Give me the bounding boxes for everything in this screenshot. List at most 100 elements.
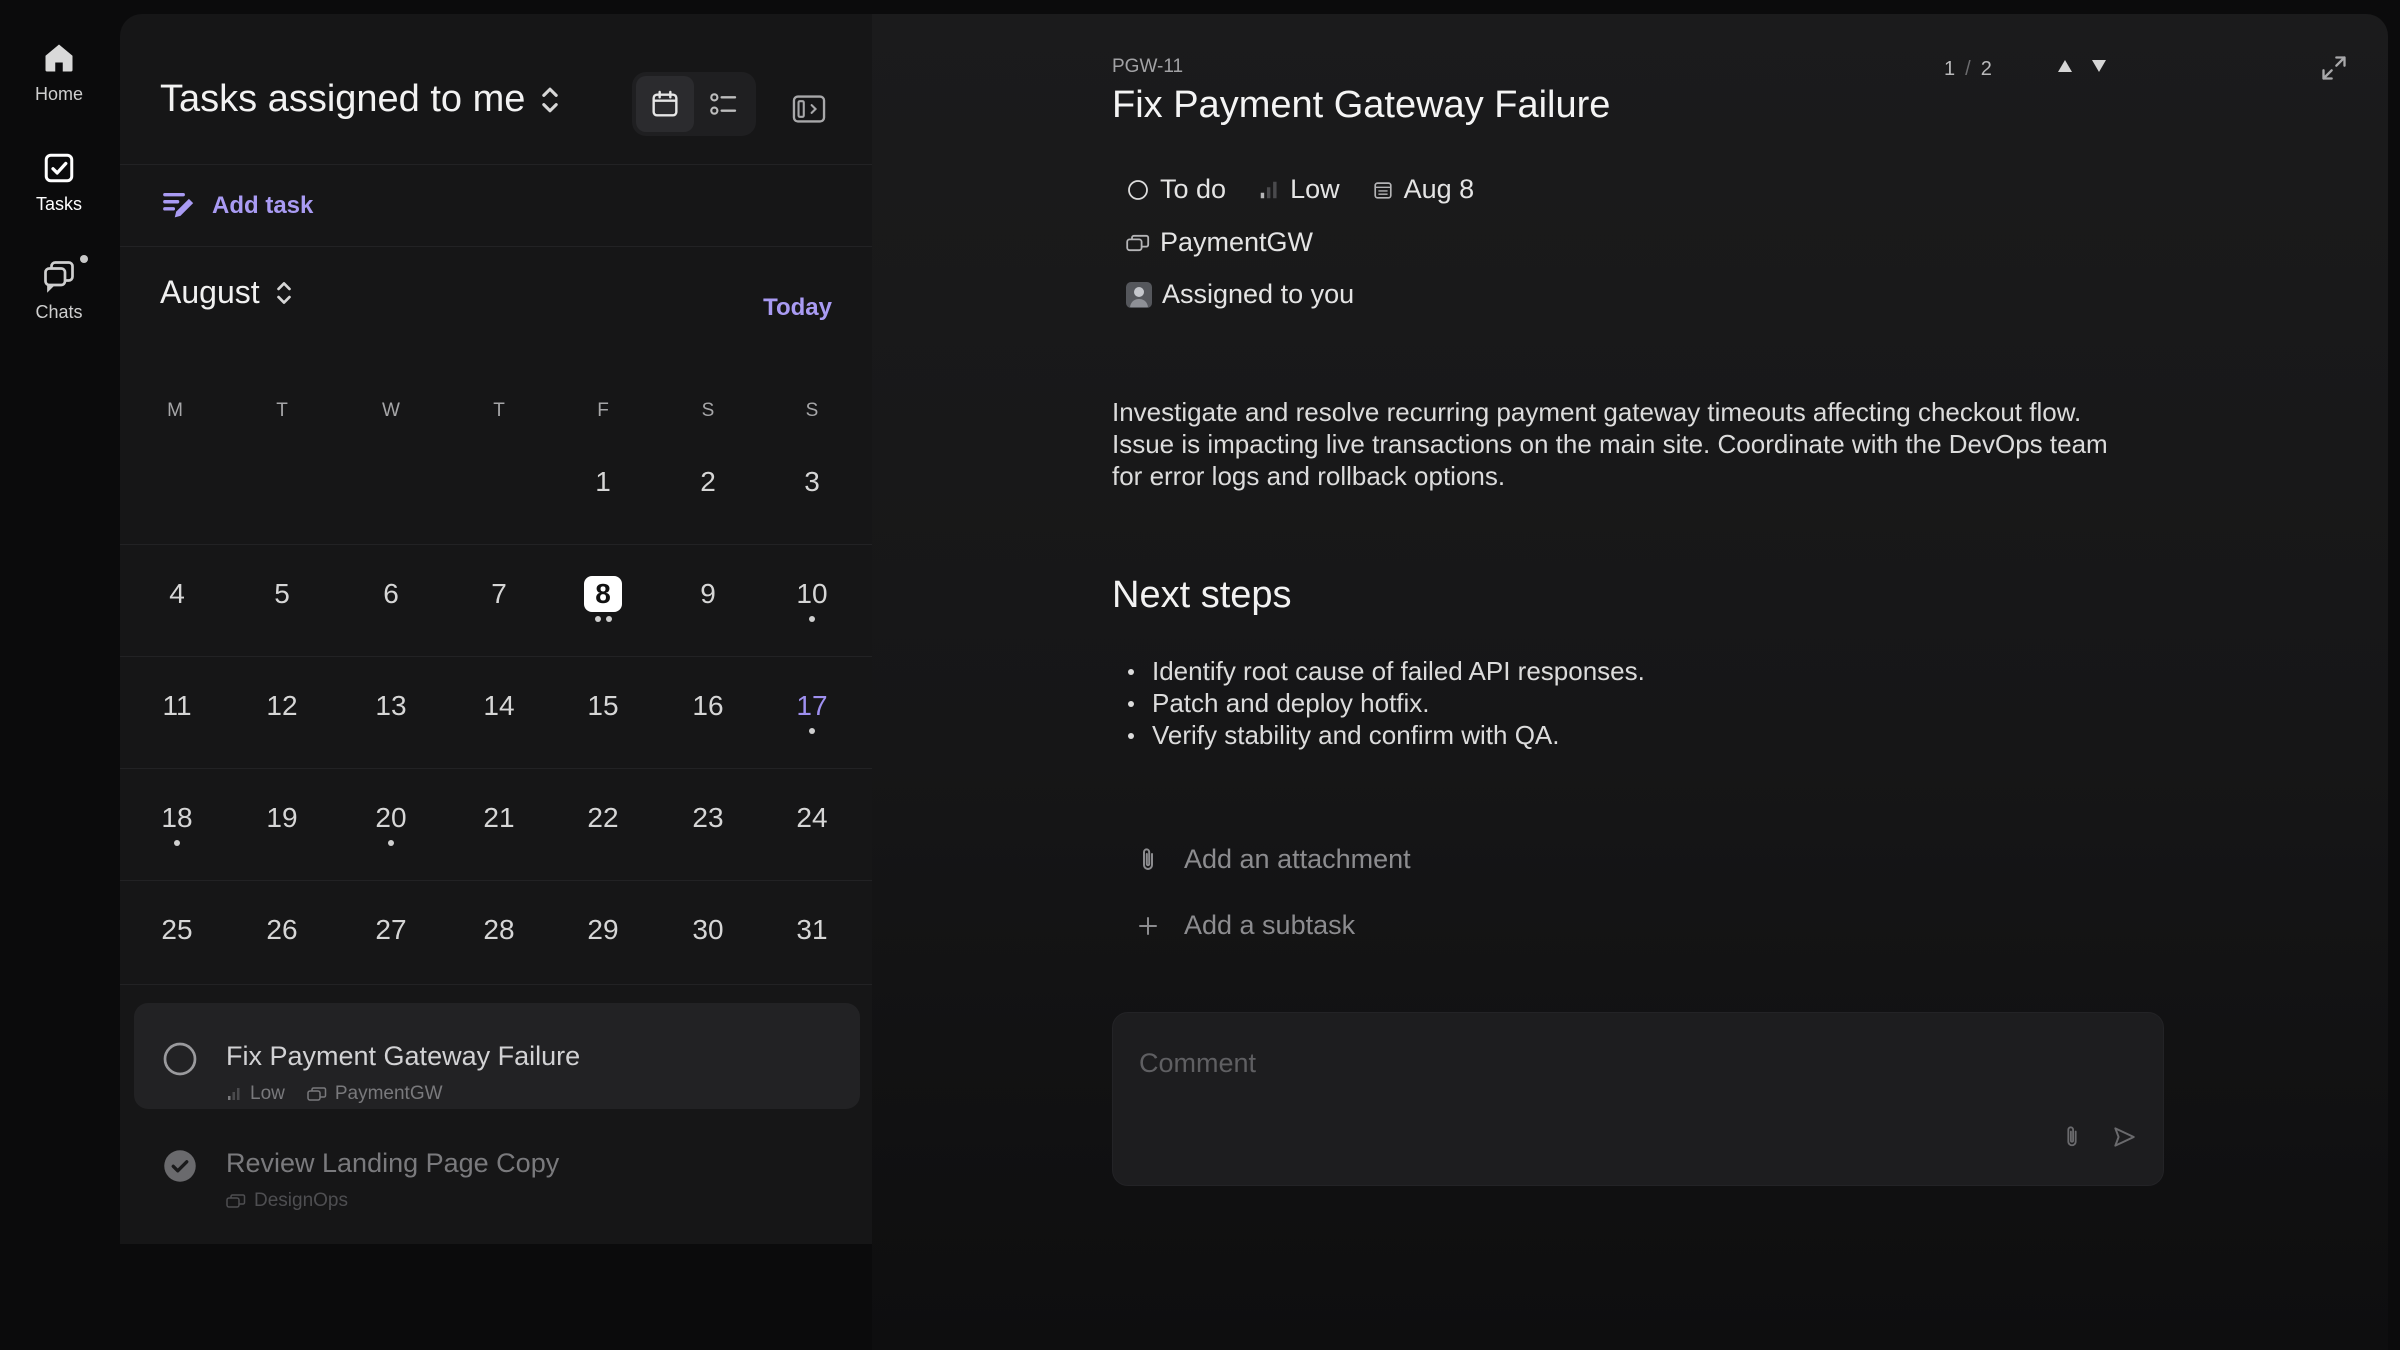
task-indicator-dots (563, 728, 643, 734)
calendar-day[interactable]: 7 (459, 576, 539, 636)
calendar-day[interactable]: 19 (242, 800, 322, 860)
previous-task-button[interactable] (2056, 58, 2074, 79)
nav-item-home[interactable]: Home (0, 40, 118, 105)
task-indicator-dot (809, 616, 815, 622)
chevron-updown-icon (542, 87, 559, 112)
expand-button[interactable] (2320, 54, 2348, 87)
calendar-day-number: 21 (483, 802, 515, 833)
task-indicator-dots (137, 728, 217, 734)
home-icon (45, 44, 73, 72)
task-indicator-dots (242, 728, 322, 734)
calendar-day[interactable]: 21 (459, 800, 539, 860)
add-attachment-label: Add an attachment (1184, 844, 1411, 874)
priority-icon (1260, 181, 1277, 198)
task-completed-icon[interactable] (162, 1148, 198, 1184)
calendar-day-number: 14 (483, 690, 515, 721)
send-button[interactable] (2111, 1124, 2137, 1155)
calendar-day[interactable]: 24 (772, 800, 852, 860)
calendar-day[interactable]: 26 (242, 912, 322, 972)
calendar-day[interactable]: 12 (242, 688, 322, 748)
calendar-day[interactable]: 17 (772, 688, 852, 748)
avatar (1126, 281, 1152, 308)
next-step-item: Identify root cause of failed API respon… (1128, 656, 1645, 687)
sidebar-icon (792, 95, 826, 123)
task-indicator-dots (351, 616, 431, 622)
task-detail-title[interactable]: Fix Payment Gateway Failure (1112, 84, 1610, 127)
next-task-button[interactable] (2090, 58, 2108, 79)
toggle-sidebar-button[interactable] (792, 94, 826, 129)
next-step-item: Patch and deploy hotfix. (1128, 688, 1430, 719)
calendar-day-number: 15 (587, 690, 619, 721)
calendar-day[interactable]: 16 (668, 688, 748, 748)
task-indicator-dots (459, 840, 539, 846)
task-title: Fix Payment Gateway Failure (226, 1041, 581, 1071)
calendar-day[interactable]: 28 (459, 912, 539, 972)
calendar-day[interactable]: 13 (351, 688, 431, 748)
calendar-day[interactable]: 15 (563, 688, 643, 748)
task-list-item[interactable]: Fix Payment Gateway Failure Low PaymentG… (134, 1003, 860, 1109)
calendar-day[interactable]: 27 (351, 912, 431, 972)
assignee-chip[interactable]: Assigned to you (1126, 279, 1354, 310)
calendar-day[interactable]: 18 (137, 800, 217, 860)
add-subtask-button[interactable]: Add a subtask (1136, 910, 1355, 941)
calendar-day[interactable]: 29 (563, 912, 643, 972)
weekday-label: F (597, 400, 609, 421)
task-list-item[interactable]: Review Landing Page Copy DesignOps (134, 1110, 860, 1216)
calendar-day[interactable]: 22 (563, 800, 643, 860)
attach-button[interactable] (2061, 1124, 2083, 1155)
add-task-button[interactable]: Add task (162, 190, 313, 222)
calendar-day-number: 10 (796, 578, 828, 609)
calendar-icon (652, 90, 678, 117)
priority-chip[interactable]: Low (1258, 174, 1340, 205)
due-date-chip[interactable]: Aug 8 (1372, 174, 1474, 205)
calendar-day[interactable]: 1 (563, 464, 643, 524)
list-view-button[interactable] (694, 76, 752, 132)
calendar-day-number: 12 (266, 690, 298, 721)
calendar-day[interactable]: 31 (772, 912, 852, 972)
calendar-day[interactable]: 5 (242, 576, 322, 636)
calendar-day-number: 31 (796, 914, 828, 945)
calendar-day[interactable]: 23 (668, 800, 748, 860)
priority-icon (228, 1088, 240, 1100)
calendar-day[interactable]: 8 (563, 576, 643, 636)
status-chip[interactable]: To do (1126, 174, 1226, 205)
calendar-view-button[interactable] (636, 76, 694, 132)
calendar-day[interactable]: 20 (351, 800, 431, 860)
calendar-day-number: 28 (483, 914, 515, 945)
calendar-day-number: 25 (161, 914, 193, 945)
comment-input[interactable] (1139, 1043, 2039, 1083)
task-status-circle-icon[interactable] (162, 1041, 198, 1077)
calendar-day[interactable]: 9 (668, 576, 748, 636)
calendar-day[interactable]: 14 (459, 688, 539, 748)
nav-item-tasks[interactable]: Tasks (0, 150, 118, 215)
calendar-day[interactable]: 11 (137, 688, 217, 748)
project-icon (226, 1194, 246, 1208)
today-button[interactable]: Today (763, 294, 832, 322)
calendar-day[interactable]: 10 (772, 576, 852, 636)
calendar-day-number: 7 (491, 578, 507, 609)
calendar-day[interactable]: 3 (772, 464, 852, 524)
task-filter-selector[interactable]: Tasks assigned to me (160, 78, 561, 121)
priority-label: Low (1290, 174, 1340, 204)
nav-rail: Home Tasks Chats (0, 0, 118, 1350)
project-chip[interactable]: PaymentGW (1126, 227, 1313, 258)
month-selector[interactable]: August (160, 274, 294, 311)
calendar-day-number: 23 (692, 802, 724, 833)
calendar-day[interactable]: 25 (137, 912, 217, 972)
view-toggle (632, 72, 756, 136)
calendar-day[interactable]: 2 (668, 464, 748, 524)
next-steps-heading: Next steps (1112, 574, 1292, 616)
calendar-day[interactable]: 6 (351, 576, 431, 636)
calendar-day-number: 1 (595, 466, 611, 497)
pager-total: 2 (1980, 58, 1992, 80)
notification-dot (80, 255, 88, 263)
weekday-label: T (493, 400, 505, 421)
triangle-down-icon (2092, 60, 2106, 72)
calendar-day[interactable]: 30 (668, 912, 748, 972)
calendar-day-number: 3 (804, 466, 820, 497)
calendar-day[interactable]: 4 (137, 576, 217, 636)
nav-item-chats[interactable]: Chats (0, 258, 118, 323)
weekday-label: T (276, 400, 288, 421)
add-attachment-button[interactable]: Add an attachment (1136, 844, 1411, 875)
task-description[interactable]: Investigate and resolve recurring paymen… (1112, 396, 2112, 492)
